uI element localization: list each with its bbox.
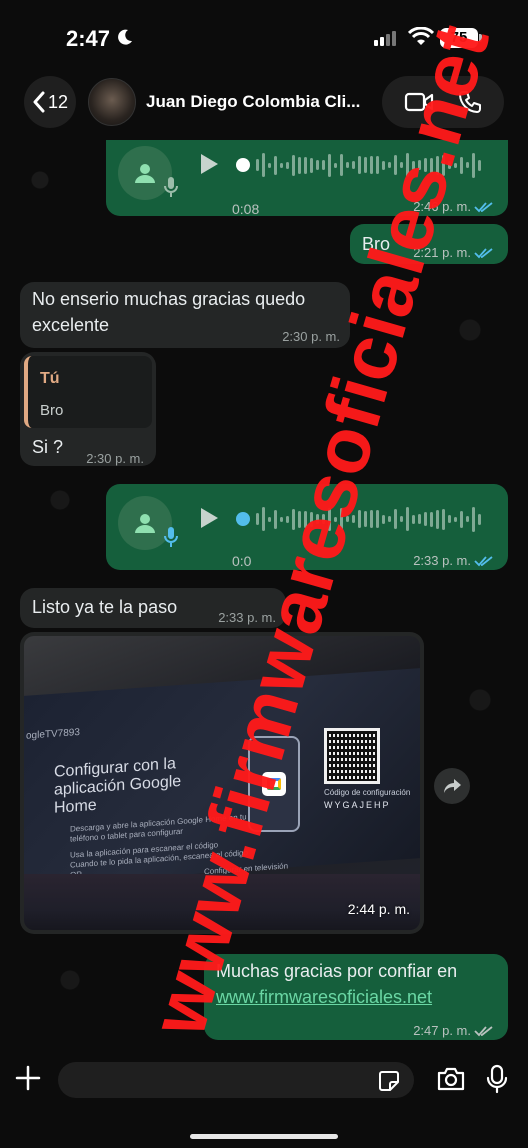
voice-progress-knob[interactable] bbox=[236, 512, 250, 526]
waveform-bar bbox=[406, 507, 409, 531]
waveform-bar bbox=[304, 156, 307, 174]
plus-icon[interactable] bbox=[14, 1064, 42, 1092]
waveform-bar bbox=[442, 508, 445, 530]
quoted-message[interactable]: Tú Bro bbox=[24, 356, 152, 428]
read-ticks-icon bbox=[474, 202, 493, 213]
mic-badge-icon bbox=[164, 527, 178, 547]
forward-icon bbox=[444, 779, 461, 793]
tv-device-id: ogleTV7893 bbox=[26, 726, 80, 742]
waveform-bar bbox=[436, 509, 439, 529]
waveform-bar bbox=[310, 157, 313, 173]
waveform-bar bbox=[340, 154, 343, 176]
message-input[interactable] bbox=[58, 1062, 414, 1098]
message-text: Listo ya te la paso bbox=[32, 597, 178, 617]
text-message-incoming[interactable]: No enserio muchas gracias quedo excelent… bbox=[20, 282, 350, 348]
waveform-bar bbox=[274, 155, 277, 175]
waveform-bar bbox=[256, 513, 259, 525]
waveform-bar bbox=[460, 510, 463, 528]
read-ticks-icon bbox=[474, 248, 493, 259]
message-input-bar bbox=[0, 1050, 528, 1110]
waveform-bar bbox=[346, 162, 349, 168]
waveform-bar bbox=[382, 514, 385, 524]
qr-caption: Código de configuración bbox=[324, 788, 411, 797]
waveform-bar bbox=[292, 154, 295, 176]
waveform-bar bbox=[418, 514, 421, 524]
message-meta: 2:47 p. m. bbox=[413, 1018, 494, 1044]
waveform-bar bbox=[478, 513, 481, 525]
back-button[interactable]: 12 bbox=[24, 76, 76, 128]
waveform-bar bbox=[472, 506, 475, 532]
waveform-bar bbox=[376, 510, 379, 528]
message-time: 2:33 p. m. bbox=[413, 553, 471, 568]
message-meta: 2:33 p. m. bbox=[413, 548, 494, 574]
waveform-bar bbox=[448, 515, 451, 523]
message-link[interactable]: www.firmwaresoficiales.net bbox=[216, 984, 432, 1010]
forward-button[interactable] bbox=[434, 768, 470, 804]
mic-badge-icon bbox=[164, 177, 178, 197]
voice-progress-knob[interactable] bbox=[236, 158, 250, 172]
tv-setup-title: Configurar con la aplicación Google Home bbox=[54, 755, 182, 817]
waveform-bar bbox=[412, 514, 415, 524]
home-indicator bbox=[190, 1134, 338, 1139]
qr-code bbox=[324, 728, 380, 784]
waveform-bar bbox=[316, 160, 319, 170]
play-icon[interactable] bbox=[198, 152, 220, 176]
contact-avatar[interactable] bbox=[88, 78, 136, 126]
voice-duration: 0:08 bbox=[232, 201, 260, 217]
waveform-bar bbox=[352, 161, 355, 169]
cellular-signal-icon bbox=[374, 31, 396, 46]
sticker-icon[interactable] bbox=[378, 1070, 400, 1092]
waveform-bar bbox=[268, 516, 271, 522]
message-time: 2:44 p. m. bbox=[347, 901, 410, 917]
person-icon bbox=[135, 514, 155, 533]
person-icon bbox=[135, 164, 155, 183]
waveform-bar bbox=[268, 162, 271, 168]
waveform-bar bbox=[370, 156, 373, 174]
contact-name[interactable]: Juan Diego Colombia Cli... bbox=[146, 92, 360, 112]
message-time: 2:30 p. m. bbox=[86, 451, 144, 466]
waveform-bar bbox=[334, 162, 337, 168]
waveform-bar bbox=[478, 159, 481, 171]
quote-text: Bro bbox=[40, 402, 64, 419]
waveform-bar bbox=[322, 160, 325, 170]
waveform-bar bbox=[280, 162, 283, 168]
moon-icon bbox=[118, 29, 132, 45]
waveform-bar bbox=[358, 156, 361, 174]
reply-message-incoming[interactable]: Tú Bro Si ? 2:30 p. m. bbox=[20, 352, 156, 466]
microphone-icon[interactable] bbox=[486, 1064, 508, 1094]
chevron-left-icon bbox=[33, 91, 45, 113]
message-time: 2:47 p. m. bbox=[413, 1023, 471, 1038]
read-ticks-icon bbox=[474, 1026, 493, 1037]
message-meta: 2:30 p. m. bbox=[86, 446, 144, 472]
qr-setup-code: WYGAJEHP bbox=[324, 800, 391, 810]
unread-count: 12 bbox=[47, 91, 69, 112]
voice-duration: 0:0 bbox=[232, 553, 252, 569]
waveform-bar bbox=[364, 157, 367, 173]
waveform-bar bbox=[454, 516, 457, 522]
waveform-bar bbox=[298, 156, 301, 174]
read-ticks-icon bbox=[474, 556, 493, 567]
quote-author: Tú bbox=[40, 370, 60, 387]
waveform-bar bbox=[466, 516, 469, 522]
play-icon[interactable] bbox=[198, 506, 220, 530]
message-text: Muchas gracias por confiar en bbox=[216, 961, 458, 981]
camera-icon[interactable] bbox=[436, 1066, 466, 1092]
waveform-bar bbox=[430, 511, 433, 527]
waveform-bar bbox=[388, 516, 391, 522]
waveform-bar bbox=[328, 153, 331, 177]
waveform-bar bbox=[424, 512, 427, 526]
text-message-outgoing[interactable]: Muchas gracias por confiar en www.firmwa… bbox=[204, 954, 508, 1040]
waveform-bar bbox=[400, 516, 403, 522]
message-text: Si ? bbox=[32, 437, 64, 457]
waveform-bar bbox=[256, 159, 259, 171]
waveform-bar bbox=[394, 509, 397, 529]
status-time: 2:47 bbox=[66, 26, 111, 51]
waveform-bar bbox=[286, 161, 289, 169]
waveform-bar bbox=[262, 507, 265, 531]
waveform-bar bbox=[262, 153, 265, 177]
